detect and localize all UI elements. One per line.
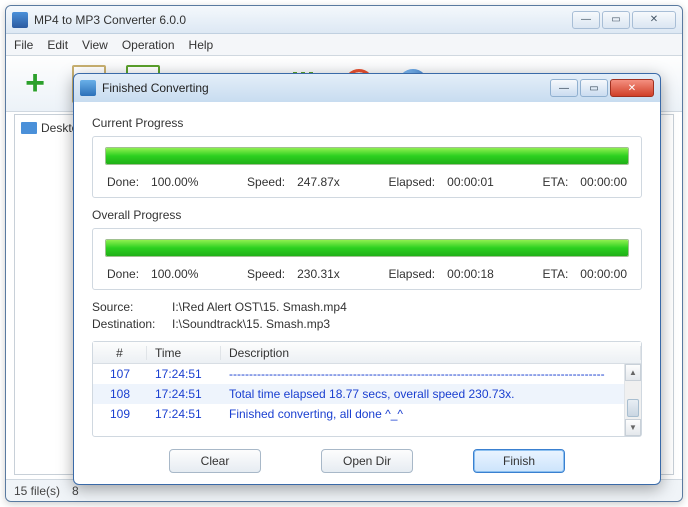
log-row[interactable]: 109 17:24:51 Finished converting, all do… [93, 404, 641, 424]
maximize-button[interactable]: ▭ [602, 11, 630, 29]
dialog-title: Finished Converting [102, 81, 548, 95]
log-header-time[interactable]: Time [147, 346, 221, 360]
dialog-maximize-button[interactable]: ▭ [580, 79, 608, 97]
log-cell-num: 109 [93, 407, 147, 421]
current-speed-label: Speed: [247, 175, 285, 189]
current-elapsed-value: 00:00:01 [447, 175, 494, 189]
overall-progress-label: Overall Progress [92, 208, 642, 222]
dialog-icon [80, 80, 96, 96]
overall-done-value: 100.00% [151, 267, 198, 281]
current-done-label: Done: [107, 175, 139, 189]
scroll-thumb[interactable] [627, 399, 639, 417]
overall-eta-value: 00:00:00 [580, 267, 627, 281]
menubar: File Edit View Operation Help [6, 34, 682, 56]
current-progress-bar [105, 147, 629, 165]
overall-speed-value: 230.31x [297, 267, 340, 281]
log-row[interactable]: 107 17:24:51 ---------------------------… [93, 364, 641, 384]
source-value: I:\Red Alert OST\15. Smash.mp4 [172, 300, 347, 314]
clear-button[interactable]: Clear [169, 449, 261, 473]
close-button[interactable]: ✕ [632, 11, 676, 29]
log-cell-num: 108 [93, 387, 147, 401]
current-speed-value: 247.87x [297, 175, 340, 189]
overall-done-label: Done: [107, 267, 139, 281]
overall-speed-label: Speed: [247, 267, 285, 281]
log-scrollbar[interactable]: ▲ ▼ [624, 364, 641, 436]
main-title: MP4 to MP3 Converter 6.0.0 [34, 13, 572, 27]
progress-dialog: Finished Converting — ▭ ✕ Current Progre… [73, 73, 661, 485]
overall-progress-group: Done: 100.00% Speed: 230.31x Elapsed: 00:00… [92, 228, 642, 290]
dest-label: Destination: [92, 317, 172, 331]
current-elapsed-label: Elapsed: [388, 175, 435, 189]
log-row[interactable]: 108 17:24:51 Total time elapsed 18.77 se… [93, 384, 641, 404]
scroll-up-icon[interactable]: ▲ [625, 364, 641, 381]
menu-edit[interactable]: Edit [47, 38, 68, 52]
log-cell-desc: ----------------------------------------… [221, 367, 641, 381]
log-cell-time: 17:24:51 [147, 407, 221, 421]
current-eta-value: 00:00:00 [580, 175, 627, 189]
menu-file[interactable]: File [14, 38, 33, 52]
main-titlebar[interactable]: MP4 to MP3 Converter 6.0.0 — ▭ ✕ [6, 6, 682, 34]
log-table: # Time Description 107 17:24:51 --------… [92, 341, 642, 437]
log-header-num[interactable]: # [93, 346, 147, 360]
log-header-desc[interactable]: Description [221, 346, 641, 360]
add-icon[interactable]: + [14, 63, 56, 105]
menu-view[interactable]: View [82, 38, 108, 52]
status-filecount: 15 file(s) [14, 484, 60, 498]
app-icon [12, 12, 28, 28]
minimize-button[interactable]: — [572, 11, 600, 29]
dialog-minimize-button[interactable]: — [550, 79, 578, 97]
dialog-close-button[interactable]: ✕ [610, 79, 654, 97]
menu-operation[interactable]: Operation [122, 38, 175, 52]
desktop-icon [21, 122, 37, 134]
dialog-titlebar[interactable]: Finished Converting — ▭ ✕ [74, 74, 660, 102]
log-cell-time: 17:24:51 [147, 367, 221, 381]
open-dir-button[interactable]: Open Dir [321, 449, 413, 473]
scroll-down-icon[interactable]: ▼ [625, 419, 641, 436]
log-cell-desc: Finished converting, all done ^_^ [221, 407, 641, 421]
menu-help[interactable]: Help [189, 38, 214, 52]
status-extra: 8 [72, 484, 79, 498]
log-header: # Time Description [93, 342, 641, 364]
dest-value: I:\Soundtrack\15. Smash.mp3 [172, 317, 330, 331]
current-eta-label: ETA: [543, 175, 569, 189]
overall-elapsed-label: Elapsed: [388, 267, 435, 281]
log-cell-time: 17:24:51 [147, 387, 221, 401]
current-progress-group: Done: 100.00% Speed: 247.87x Elapsed: 00:00… [92, 136, 642, 198]
current-progress-label: Current Progress [92, 116, 642, 130]
overall-eta-label: ETA: [543, 267, 569, 281]
overall-progress-bar [105, 239, 629, 257]
log-cell-desc: Total time elapsed 18.77 secs, overall s… [221, 387, 641, 401]
finish-button[interactable]: Finish [473, 449, 565, 473]
source-label: Source: [92, 300, 172, 314]
overall-elapsed-value: 00:00:18 [447, 267, 494, 281]
current-done-value: 100.00% [151, 175, 198, 189]
log-cell-num: 107 [93, 367, 147, 381]
